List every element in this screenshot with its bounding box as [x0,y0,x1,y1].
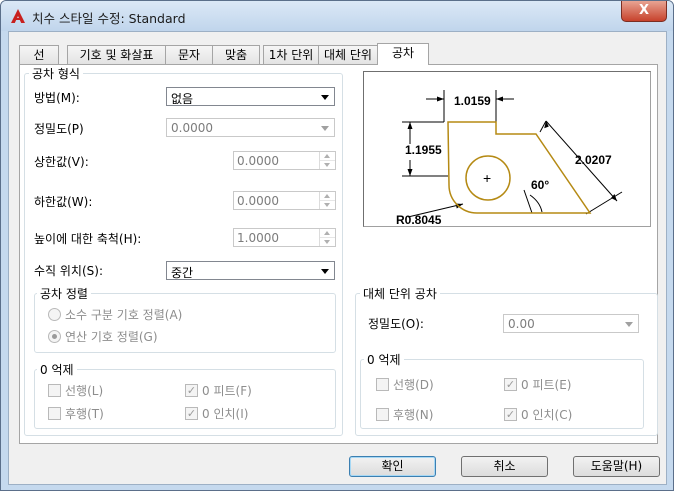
upper-value-label: 상한값(V): [34,155,89,169]
dim-top-text: 1.0159 [454,94,491,108]
tolerance-format-group-label: 공차 형식 [29,65,83,82]
spin-up-button[interactable] [320,229,335,238]
alt-zero-feet-label: 0 피트(E) [521,378,572,392]
vertical-position-value: 중간 [171,266,194,280]
spin-down-button[interactable] [320,201,335,209]
align-operational-label: 연산 기호 정렬(G) [65,330,158,344]
height-scale-spinner[interactable]: 1.0000 [233,228,336,247]
center-mark: + [483,170,491,186]
alt-trailing-checkbox[interactable] [376,408,389,421]
tab-primary-units[interactable]: 1차 단위 [263,45,319,64]
precision-dropdown[interactable]: 0.0000 [166,118,335,137]
zero-feet-label: 0 피트(F) [202,384,252,398]
cancel-button[interactable]: 취소 [461,456,548,477]
radius-text: R0.8045 [396,213,442,226]
spin-up-button[interactable] [320,152,335,161]
tab-tolerances[interactable]: 공차 [377,43,429,65]
tolerance-alignment-label: 공차 정렬 [37,285,91,302]
alt-zero-inches-checkbox[interactable]: ✓ [504,408,517,421]
alt-leading-checkbox[interactable] [376,378,389,391]
leading-label: 선행(L) [65,384,104,398]
upper-value-spinner[interactable]: 0.0000 [233,151,336,170]
height-scale-value: 1.0000 [237,231,279,245]
dim-left-text: 1.1955 [405,143,442,157]
alt-precision-label: 정밀도(O): [368,317,424,331]
window-title: 치수 스타일 수정: Standard [32,11,186,26]
spin-down-button[interactable] [320,161,335,169]
method-dropdown[interactable]: 없음 [166,87,335,106]
help-button[interactable]: 도움말(H) [573,456,660,477]
trailing-label: 후행(T) [65,407,104,421]
upper-value: 0.0000 [237,154,279,168]
chevron-down-icon [321,95,329,100]
tolerances-panel: 공차 형식 방법(M): 없음 정밀도(P) 0.0000 상한값(V): 0.… [19,64,658,444]
alt-zero-feet-checkbox[interactable]: ✓ [504,378,517,391]
zero-suppression-label: 0 억제 [37,361,77,378]
ok-button[interactable]: 확인 [349,456,436,477]
alt-unit-tolerance-label: 대체 단위 공차 [360,285,440,302]
chevron-down-icon [321,269,329,274]
align-decimal-label: 소수 구분 기호 정렬(A) [65,308,183,322]
method-label: 방법(M): [34,91,80,105]
chevron-down-icon [625,322,633,327]
autocad-app-icon [11,9,25,23]
method-value: 없음 [171,92,194,106]
alt-precision-value: 0.00 [508,317,535,331]
height-scale-label: 높이에 대한 축척(H): [34,232,142,246]
spin-down-button[interactable] [320,238,335,246]
alt-trailing-label: 후행(N) [393,408,434,422]
tab-alternate-units[interactable]: 대체 단위 [318,45,378,64]
vertical-position-label: 수직 위치(S): [34,264,103,278]
zero-inches-checkbox[interactable]: ✓ [185,407,198,420]
vertical-position-dropdown[interactable]: 중간 [166,261,335,280]
spin-up-button[interactable] [320,192,335,201]
alt-precision-dropdown[interactable]: 0.00 [503,314,639,333]
close-button[interactable]: X [621,1,667,22]
lower-value: 0.0000 [237,194,279,208]
angle-text: 60° [531,178,549,192]
tab-fit[interactable]: 맞춤 [212,45,260,64]
lower-value-spinner[interactable]: 0.0000 [233,191,336,210]
tab-text[interactable]: 문자 [165,45,213,64]
dim-right-text: 2.0207 [575,153,612,167]
dimension-style-dialog: 치수 스타일 수정: Standard X 선 기호 및 화살표 문자 맞춤 1… [0,0,674,491]
preview-drawing: 1.0159 1.1955 2.0207 60° R0.8045 + [396,90,623,227]
tab-symbols-arrows[interactable]: 기호 및 화살표 [67,45,166,64]
title-bar[interactable]: 치수 스타일 수정: Standard X [1,1,673,31]
trailing-checkbox[interactable] [48,407,61,420]
precision-label: 정밀도(P) [34,122,84,136]
chevron-down-icon [321,126,329,131]
alt-leading-label: 선행(D) [393,378,434,392]
alt-zero-suppression-label: 0 억제 [364,351,404,368]
zero-feet-checkbox[interactable]: ✓ [185,384,198,397]
lower-value-label: 하한값(W): [34,195,93,209]
zero-inches-label: 0 인치(I) [202,407,249,421]
tab-lines[interactable]: 선 [19,45,59,64]
alt-zero-inches-label: 0 인치(C) [521,408,573,422]
align-decimal-radio[interactable] [48,308,61,321]
align-operational-radio[interactable] [48,330,61,343]
dialog-body: 선 기호 및 화살표 문자 맞춤 1차 단위 대체 단위 공차 공차 형식 방법… [8,31,667,485]
precision-value: 0.0000 [171,121,213,135]
preview-pane: 1.0159 1.1955 2.0207 60° R0.8045 + [363,71,651,227]
leading-checkbox[interactable] [48,384,61,397]
